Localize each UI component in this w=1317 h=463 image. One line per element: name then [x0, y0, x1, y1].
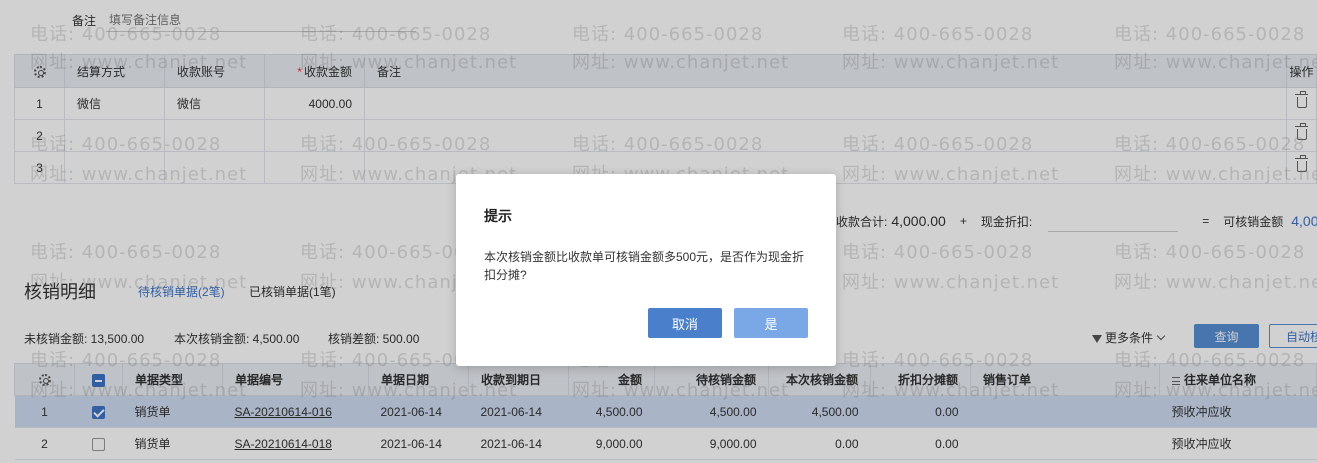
confirm-button[interactable]: 是 — [734, 308, 808, 338]
dialog-title: 提示 — [484, 208, 512, 224]
confirm-dialog: 提示 本次核销金额比收款单可核销金额多500元，是否作为现金折扣分摊? 取消 是 — [456, 174, 836, 366]
cancel-button[interactable]: 取消 — [648, 308, 722, 338]
dialog-message: 本次核销金额比收款单可核销金额多500元，是否作为现金折扣分摊? — [484, 250, 805, 282]
